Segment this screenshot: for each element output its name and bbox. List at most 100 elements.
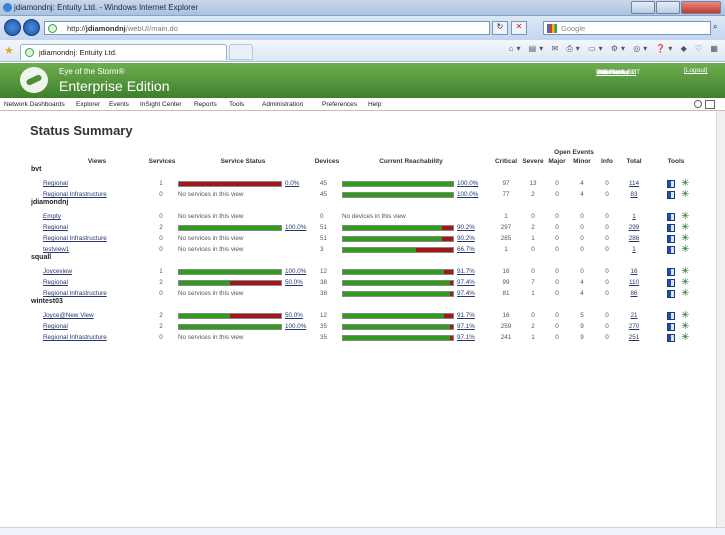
chart-tool-icon[interactable]: [667, 235, 675, 243]
view-link[interactable]: Regional Infrastructure: [43, 334, 107, 341]
reachability-pct[interactable]: 66.7%: [457, 246, 475, 253]
menu-insight-center[interactable]: InSight Center: [140, 101, 182, 108]
minimize-button[interactable]: [631, 1, 655, 14]
total-count[interactable]: 299: [629, 224, 640, 231]
topology-tool-icon[interactable]: ✳: [681, 267, 689, 277]
chart-tool-icon[interactable]: [667, 213, 675, 221]
total-count[interactable]: 1: [632, 246, 636, 253]
address-input[interactable]: http://jdiamondnj/webUI/main.do: [44, 21, 490, 35]
chart-tool-icon[interactable]: [667, 312, 675, 320]
view-link[interactable]: Regional Infrastructure: [43, 235, 107, 242]
reachability-pct[interactable]: 90.2%: [457, 224, 475, 231]
view-link[interactable]: Regional: [43, 224, 68, 231]
info-count: 0: [605, 191, 609, 198]
menu-administration[interactable]: Administration: [262, 101, 303, 108]
stop-icon[interactable]: ✕: [511, 21, 527, 35]
service-status-pct[interactable]: 100.0%: [285, 323, 306, 330]
total-count[interactable]: 16: [630, 268, 637, 275]
forward-button[interactable]: [23, 19, 40, 36]
menu-reports[interactable]: Reports: [194, 101, 217, 108]
reachability-pct[interactable]: 100.0%: [457, 191, 478, 198]
view-link[interactable]: Joyce@New View: [43, 312, 94, 319]
topology-tool-icon[interactable]: ✳: [681, 234, 689, 244]
browser-tab[interactable]: jdiamondnj: Entuity Ltd.: [20, 44, 227, 60]
chart-tool-icon[interactable]: [667, 180, 675, 188]
view-link[interactable]: Joyceview: [43, 268, 72, 275]
critical-count: 77: [502, 191, 510, 198]
chart-tool-icon[interactable]: [667, 191, 675, 199]
reachability-pct[interactable]: 97.4%: [457, 279, 475, 286]
topology-tool-icon[interactable]: ✳: [681, 333, 689, 343]
total-count[interactable]: 83: [630, 191, 637, 198]
search-input[interactable]: Google: [543, 21, 711, 35]
chart-tool-icon[interactable]: [667, 279, 675, 287]
col-info: Info: [601, 158, 613, 165]
chart-tool-icon[interactable]: [667, 334, 675, 342]
topology-tool-icon[interactable]: ✳: [681, 245, 689, 255]
total-count[interactable]: 86: [630, 290, 637, 297]
service-status-pct[interactable]: 0.0%: [285, 180, 299, 187]
search-icon[interactable]: ⌕: [713, 22, 717, 32]
command-bar-icons[interactable]: ⌂▾ ▤▾ ✉ ⎙▾ ▭▾ ⚙▾ ◎▾ ❓▾ ◆ ♡ ▦: [509, 44, 721, 54]
view-link[interactable]: Regional: [43, 279, 68, 286]
logout-link[interactable]: [Logout]: [684, 67, 708, 74]
close-button[interactable]: [681, 1, 721, 14]
reachability-pct[interactable]: 90.2%: [457, 235, 475, 242]
topology-tool-icon[interactable]: ✳: [681, 190, 689, 200]
reachability-bar: [342, 181, 454, 187]
topology-tool-icon[interactable]: ✳: [681, 223, 689, 233]
menu-explorer[interactable]: Explorer: [76, 101, 100, 108]
topology-tool-icon[interactable]: ✳: [681, 212, 689, 222]
view-link[interactable]: testview1: [43, 246, 69, 253]
table-row: testview1 0 No services in this view 3 66.7%…: [31, 244, 719, 255]
reachability-pct[interactable]: 91.7%: [457, 312, 475, 319]
chart-tool-icon[interactable]: [667, 224, 675, 232]
service-status-pct[interactable]: 100.0%: [285, 224, 306, 231]
menu-preferences[interactable]: Preferences: [322, 101, 357, 108]
refresh-icon[interactable]: ↻: [492, 21, 508, 35]
menu-network-dashboards[interactable]: Network Dashboards: [4, 101, 65, 108]
reachability-pct[interactable]: 97.1%: [457, 323, 475, 330]
view-link[interactable]: Regional: [43, 323, 68, 330]
maximize-button[interactable]: [656, 1, 680, 14]
total-count[interactable]: 110: [629, 279, 639, 286]
view-link[interactable]: Regional: [43, 180, 68, 187]
menu-help[interactable]: Help: [368, 101, 381, 108]
new-tab-button[interactable]: [229, 44, 253, 60]
total-count[interactable]: 21: [630, 312, 637, 319]
chart-tool-icon[interactable]: [667, 268, 675, 276]
service-status-pct[interactable]: 50.0%: [285, 279, 303, 286]
menu-events[interactable]: Events: [109, 101, 129, 108]
topology-tool-icon[interactable]: ✳: [681, 289, 689, 299]
reachability-pct[interactable]: 97.1%: [457, 334, 475, 341]
topology-tool-icon[interactable]: ✳: [681, 278, 689, 288]
chart-tool-icon[interactable]: [667, 246, 675, 254]
total-count[interactable]: 251: [629, 334, 640, 341]
favorites-star-icon[interactable]: ★: [4, 44, 14, 57]
topology-tool-icon[interactable]: ✳: [681, 322, 689, 332]
reachability-bar-red: [442, 226, 453, 230]
total-count[interactable]: 270: [629, 323, 640, 330]
view-link[interactable]: Regional Infrastructure: [43, 290, 107, 297]
vertical-scrollbar[interactable]: [716, 111, 725, 527]
total-count[interactable]: 286: [629, 235, 640, 242]
reachability-pct[interactable]: 97.4%: [457, 290, 475, 297]
topology-tool-icon[interactable]: ✳: [681, 311, 689, 321]
view-link[interactable]: Empty: [43, 213, 61, 220]
view-link[interactable]: Regional Infrastructure: [43, 191, 107, 198]
menu-tools[interactable]: Tools: [229, 101, 244, 108]
chart-tool-icon[interactable]: [667, 290, 675, 298]
topology-tool-icon[interactable]: ✳: [681, 179, 689, 189]
service-status-pct[interactable]: 50.0%: [285, 312, 303, 319]
total-count[interactable]: 114: [629, 180, 639, 187]
window-icon[interactable]: [705, 100, 715, 109]
back-button[interactable]: [4, 19, 21, 36]
total-count[interactable]: 1: [632, 213, 636, 220]
reachability-pct[interactable]: 91.7%: [457, 268, 475, 275]
service-status-pct[interactable]: 100.0%: [285, 268, 306, 275]
chart-tool-icon[interactable]: [667, 323, 675, 331]
reachability-pct[interactable]: 100.0%: [457, 180, 478, 187]
find-icon[interactable]: [694, 100, 702, 108]
severe-count: 7: [531, 279, 535, 286]
favorites-bar: ★ jdiamondnj: Entuity Ltd. ⌂▾ ▤▾ ✉ ⎙▾ ▭▾…: [0, 40, 725, 62]
